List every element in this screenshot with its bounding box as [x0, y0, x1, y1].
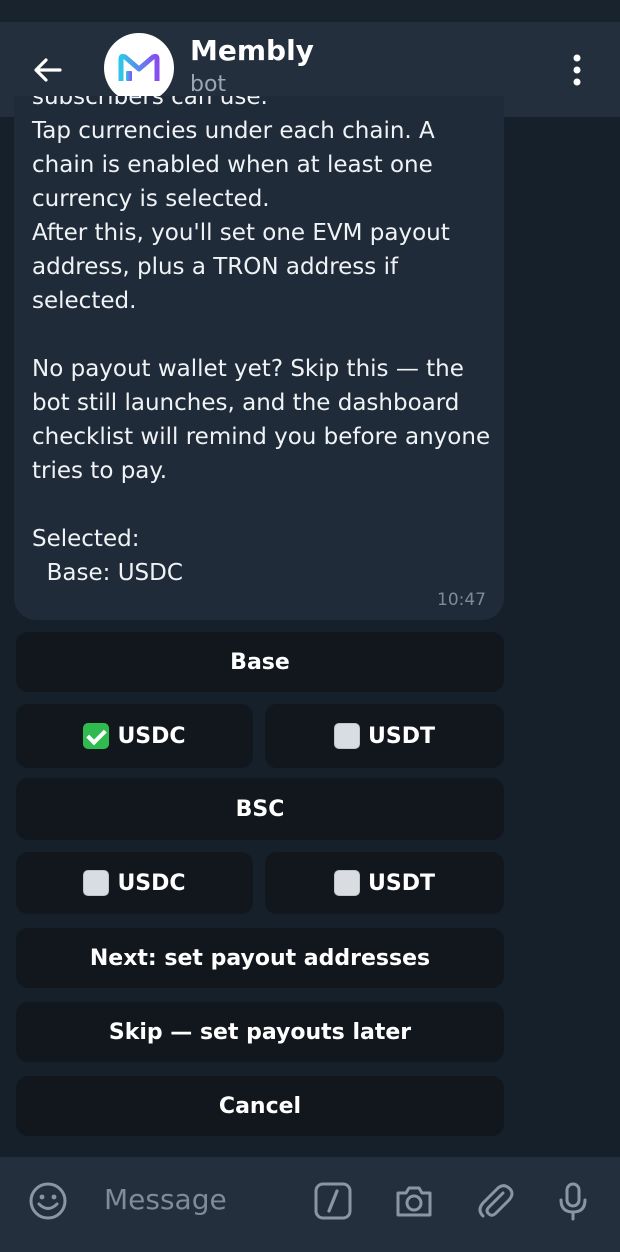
membly-logo-icon	[118, 53, 160, 81]
base-usdt-label: USDT	[368, 723, 435, 749]
message-bubble: subscribers can use. Tap currencies unde…	[14, 96, 504, 620]
skip-payout-button[interactable]: Skip — set payouts later	[16, 1002, 504, 1062]
bsc-usdc-toggle[interactable]: USDC	[16, 852, 253, 914]
unchecked-box-icon	[334, 870, 360, 896]
base-usdc-toggle[interactable]: USDC	[16, 704, 253, 768]
skip-payout-label: Skip — set payouts later	[108, 1019, 412, 1045]
more-options-icon[interactable]	[562, 52, 592, 88]
status-bar	[0, 0, 620, 22]
chat-subtitle: bot	[190, 72, 227, 97]
cancel-label: Cancel	[218, 1093, 302, 1119]
chain-bsc-label: BSC	[235, 796, 285, 822]
chain-base-button[interactable]: Base	[16, 632, 504, 692]
message-text: subscribers can use. Tap currencies unde…	[32, 96, 491, 586]
chain-base-label: Base	[230, 649, 290, 675]
emoji-icon[interactable]	[26, 1179, 70, 1223]
message-input-bar: Message	[0, 1157, 620, 1252]
message-time: 10:47	[437, 590, 486, 610]
checked-box-icon	[83, 723, 110, 749]
message-input[interactable]: Message	[104, 1183, 227, 1216]
attach-icon[interactable]	[473, 1179, 517, 1223]
next-payout-button[interactable]: Next: set payout addresses	[16, 928, 504, 988]
bsc-usdc-label: USDC	[117, 870, 186, 896]
chain-bsc-button[interactable]: BSC	[16, 778, 504, 840]
back-arrow-icon[interactable]	[30, 52, 66, 88]
base-usdt-toggle[interactable]: USDT	[265, 704, 504, 768]
bsc-usdt-label: USDT	[368, 870, 435, 896]
unchecked-box-icon	[334, 723, 360, 749]
next-payout-label: Next: set payout addresses	[89, 945, 431, 971]
microphone-icon[interactable]	[551, 1179, 595, 1223]
base-usdc-label: USDC	[117, 723, 186, 749]
camera-icon[interactable]	[392, 1179, 436, 1223]
bot-commands-icon[interactable]	[311, 1179, 355, 1223]
bsc-usdt-toggle[interactable]: USDT	[265, 852, 504, 914]
unchecked-box-icon	[83, 870, 110, 896]
chat-title[interactable]: Membly	[190, 34, 314, 67]
cancel-button[interactable]: Cancel	[16, 1076, 504, 1136]
bot-avatar[interactable]	[104, 33, 174, 103]
